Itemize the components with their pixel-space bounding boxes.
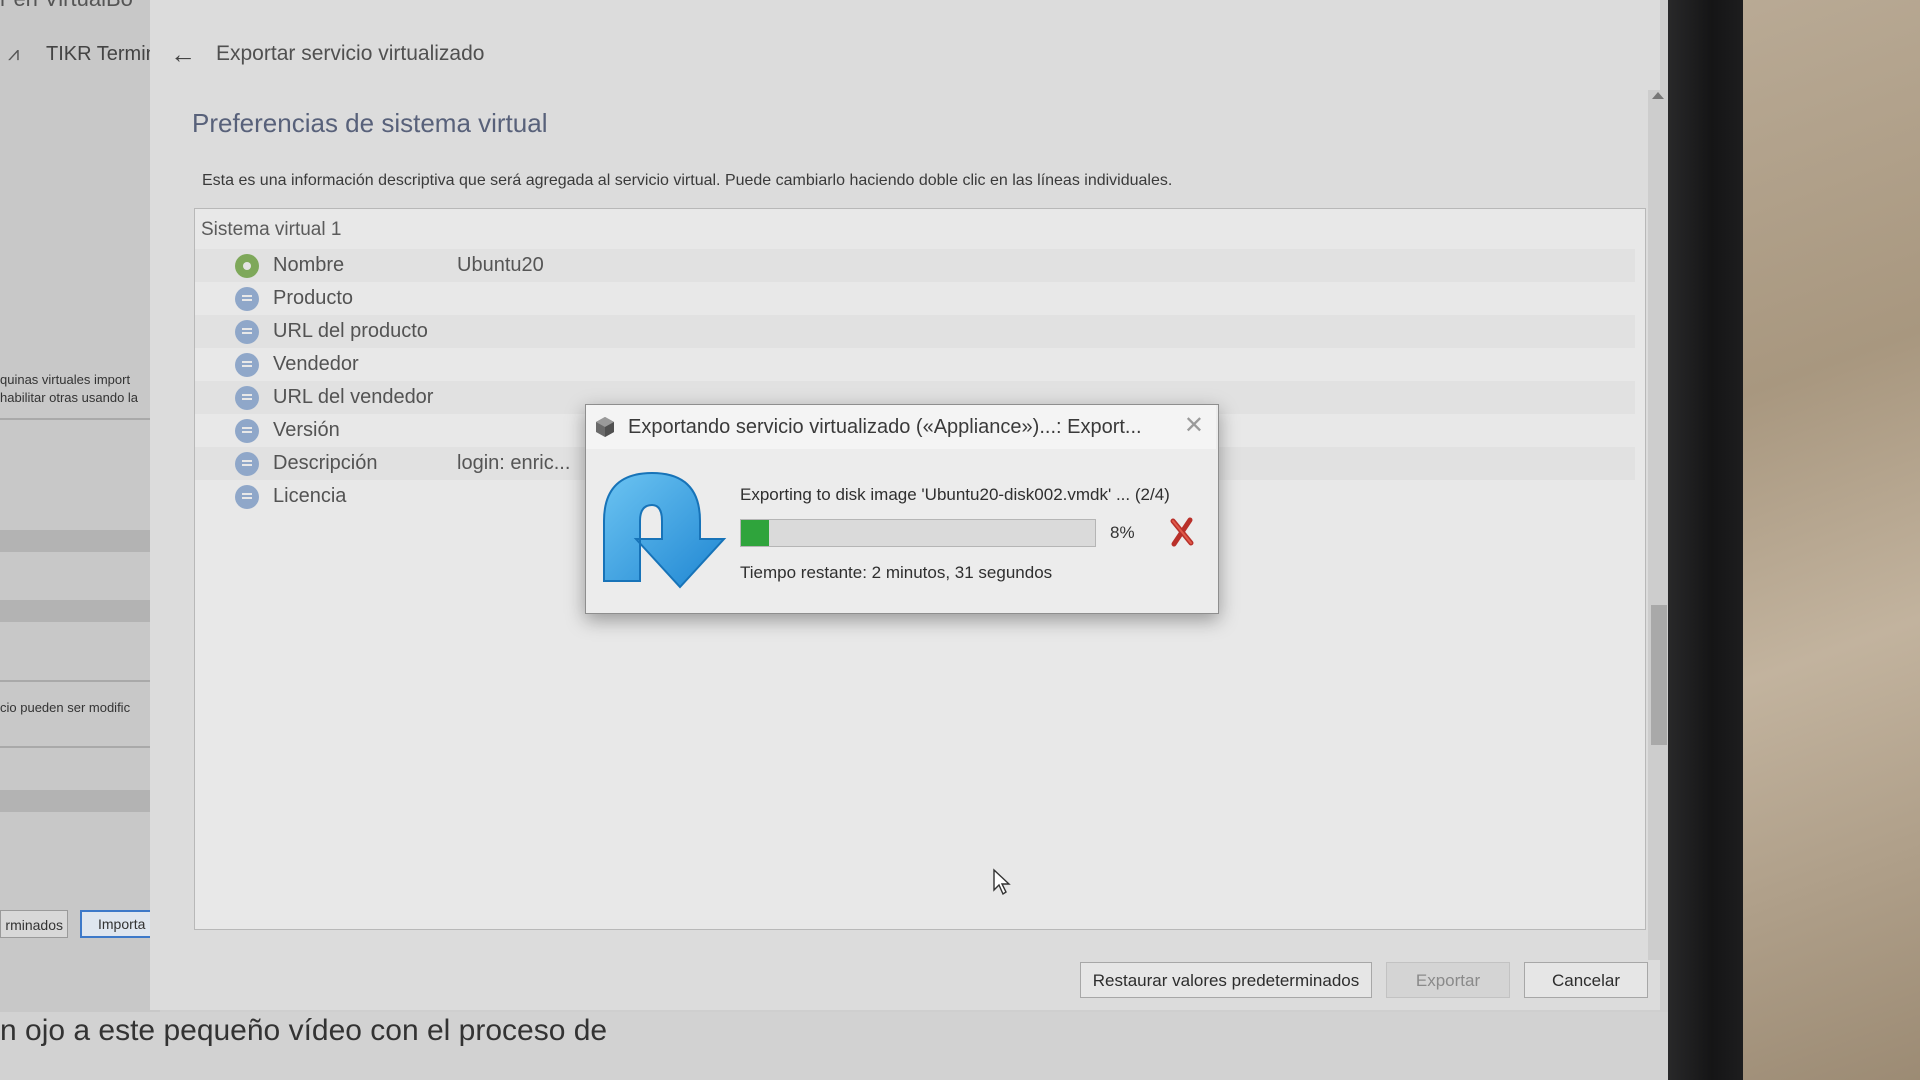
monitor-bezel bbox=[1665, 0, 1743, 1080]
wizard-button-bar: Restaurar valores predeterminados Export… bbox=[150, 952, 1660, 1010]
dialog-title: Exportando servicio virtualizado («Appli… bbox=[628, 415, 1142, 438]
background-import-button[interactable]: Importa bbox=[80, 910, 152, 938]
setting-label: URL del producto bbox=[273, 320, 428, 342]
progress-bar-fill bbox=[741, 520, 770, 546]
export-arrow-icon bbox=[603, 471, 727, 589]
setting-label: Producto bbox=[273, 287, 354, 309]
dialog-titlebar: Exportando servicio virtualizado («Appli… bbox=[586, 405, 1216, 449]
setting-row-url-producto[interactable]: URL del producto bbox=[195, 315, 1635, 348]
tikr-logo-icon: ⩘ bbox=[8, 43, 20, 65]
export-progress-dialog: Exportando servicio virtualizado («Appli… bbox=[585, 404, 1219, 614]
divider bbox=[0, 746, 150, 748]
background-row bbox=[0, 600, 150, 622]
setting-row-nombre[interactable]: Nombre Ubuntu20 bbox=[195, 249, 1635, 282]
background-row bbox=[0, 530, 150, 552]
setting-row-producto[interactable]: Producto bbox=[195, 282, 1635, 315]
setting-row-vendedor[interactable]: Vendedor bbox=[195, 348, 1635, 381]
comment-icon bbox=[235, 319, 259, 344]
scrollbar[interactable] bbox=[1648, 90, 1668, 960]
background-heading: r en VirtualBo bbox=[0, 0, 133, 12]
page-description: Esta es una información descriptiva que … bbox=[202, 172, 1173, 189]
background-page-line: n ojo a este pequeño vídeo con el proces… bbox=[0, 1014, 608, 1047]
close-icon[interactable]: ✕ bbox=[1184, 413, 1204, 439]
export-button[interactable]: Exportar bbox=[1386, 962, 1510, 998]
page-title: Preferencias de sistema virtual bbox=[192, 108, 548, 138]
setting-label: Versión bbox=[273, 419, 340, 441]
background-row bbox=[0, 790, 150, 812]
comment-icon bbox=[235, 385, 259, 410]
setting-label: Vendedor bbox=[273, 353, 359, 375]
desk-background bbox=[1720, 0, 1920, 1080]
background-note: cio pueden ser modific bbox=[0, 700, 131, 715]
scrollbar-thumb[interactable] bbox=[1651, 605, 1667, 745]
setting-value[interactable]: login: enric... bbox=[457, 452, 570, 475]
setting-label: Descripción bbox=[273, 452, 378, 474]
comment-icon bbox=[235, 418, 259, 443]
group-label: Sistema virtual 1 bbox=[201, 219, 342, 240]
setting-label: URL del vendedor bbox=[273, 386, 434, 408]
virtualbox-icon bbox=[596, 417, 614, 437]
background-tab[interactable]: ⩘ TIKR Termin bbox=[0, 28, 160, 80]
mouse-cursor-icon bbox=[993, 868, 1011, 896]
background-page-text: n ojo a este pequeño vídeo con el proces… bbox=[0, 1012, 1668, 1080]
wizard-title: Exportar servicio virtualizado bbox=[216, 42, 485, 65]
restore-defaults-button[interactable]: Restaurar valores predeterminados bbox=[1080, 962, 1372, 998]
progress-bar bbox=[740, 519, 1096, 547]
background-restore-button[interactable]: rminados bbox=[0, 910, 68, 938]
wizard-header: ← Exportar servicio virtualizado bbox=[150, 28, 1660, 80]
screen: r en VirtualBo ⩘ TIKR Termin quinas virt… bbox=[0, 0, 1668, 1080]
divider bbox=[0, 680, 150, 682]
setting-label: Nombre bbox=[273, 254, 345, 276]
back-arrow-icon[interactable]: ← bbox=[170, 41, 196, 67]
comment-icon bbox=[235, 352, 259, 377]
progress-percent: 8% bbox=[1110, 523, 1135, 542]
background-app: r en VirtualBo ⩘ TIKR Termin quinas virt… bbox=[0, 0, 160, 1080]
setting-value[interactable]: Ubuntu20 bbox=[457, 254, 544, 277]
cancel-operation-icon[interactable] bbox=[1168, 515, 1196, 549]
background-note: quinas virtuales import bbox=[0, 372, 131, 387]
dialog-body: Exporting to disk image 'Ubuntu20-disk00… bbox=[586, 449, 1216, 613]
progress-message: Exporting to disk image 'Ubuntu20-disk00… bbox=[740, 485, 1170, 504]
divider bbox=[0, 418, 150, 420]
scroll-up-icon[interactable] bbox=[1652, 92, 1664, 99]
cancel-button[interactable]: Cancelar bbox=[1524, 962, 1648, 998]
background-tab-title: TIKR Termin bbox=[46, 42, 156, 65]
comment-icon bbox=[235, 484, 259, 509]
gear-icon bbox=[235, 253, 259, 278]
comment-icon bbox=[235, 286, 259, 311]
comment-icon bbox=[235, 451, 259, 476]
remaining-time: Tiempo restante: 2 minutos, 31 segundos bbox=[740, 563, 1053, 582]
setting-label: Licencia bbox=[273, 485, 347, 507]
background-note: habilitar otras usando la bbox=[0, 390, 139, 405]
